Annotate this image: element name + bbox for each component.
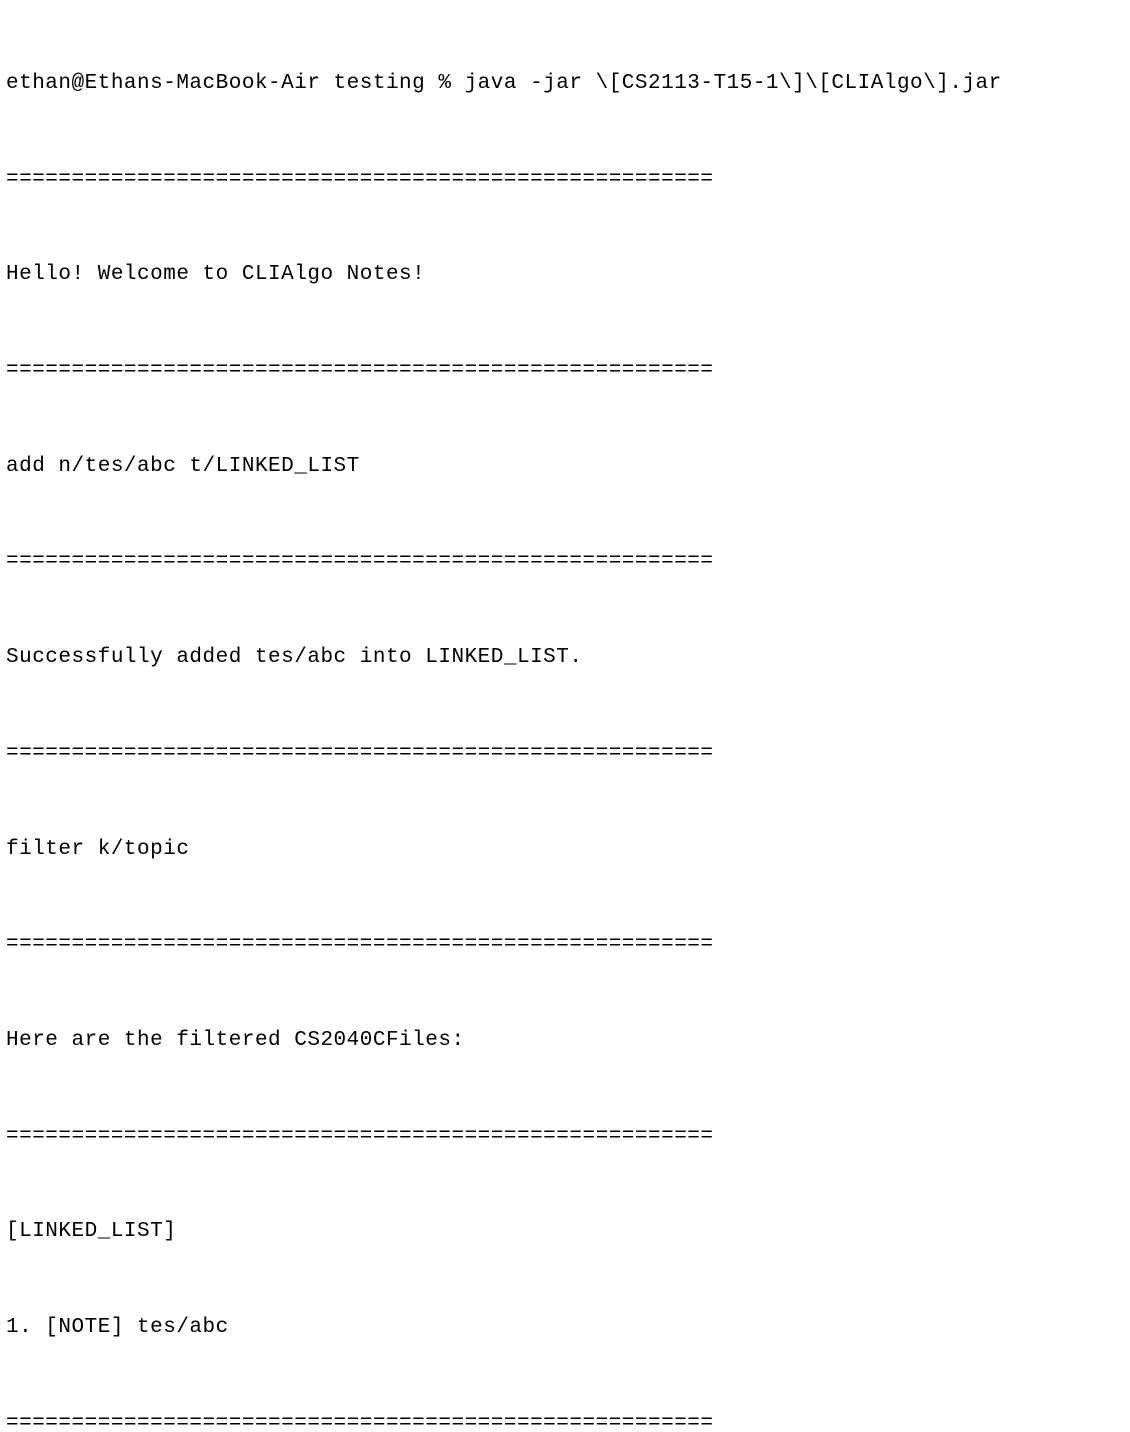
- separator-line: ========================================…: [6, 546, 1124, 578]
- welcome-message: Hello! Welcome to CLIAlgo Notes!: [6, 259, 1124, 291]
- user-input-filter: filter k/topic: [6, 834, 1124, 866]
- separator-line: ========================================…: [6, 738, 1124, 770]
- add-success-message: Successfully added tes/abc into LINKED_L…: [6, 642, 1124, 674]
- separator-line: ========================================…: [6, 1121, 1124, 1153]
- separator-line: ========================================…: [6, 355, 1124, 387]
- command-line: ethan@Ethans-MacBook-Air testing % java …: [6, 68, 1124, 100]
- filter-header: Here are the filtered CS2040CFiles:: [6, 1025, 1124, 1057]
- separator-line: ========================================…: [6, 929, 1124, 961]
- user-input-add: add n/tes/abc t/LINKED_LIST: [6, 451, 1124, 483]
- separator-line: ========================================…: [6, 164, 1124, 196]
- list-item: 1. [NOTE] tes/abc: [6, 1312, 1124, 1344]
- separator-line: ========================================…: [6, 1408, 1124, 1432]
- terminal-output[interactable]: ethan@Ethans-MacBook-Air testing % java …: [6, 4, 1124, 1432]
- topic-header: [LINKED_LIST]: [6, 1216, 1124, 1248]
